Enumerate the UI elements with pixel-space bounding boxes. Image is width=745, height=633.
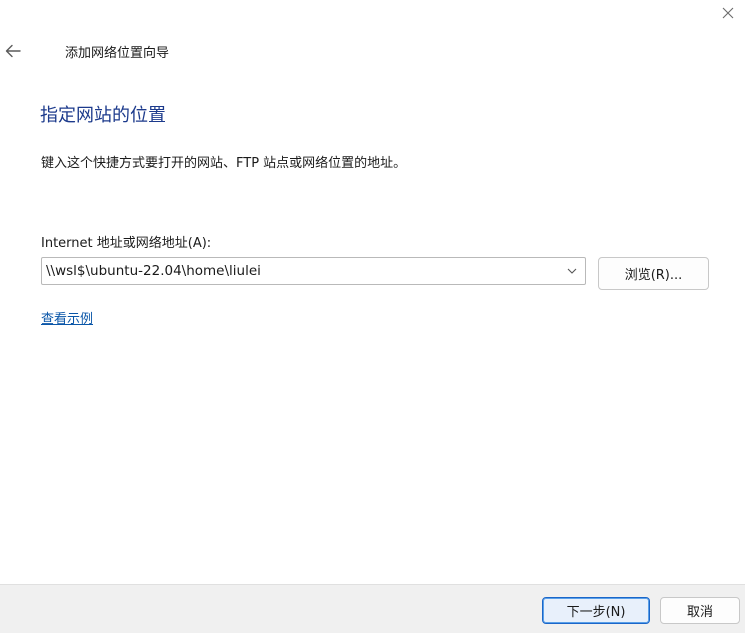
chevron-down-icon (567, 268, 577, 274)
dialog-footer: 下一步(N) 取消 (0, 584, 745, 633)
close-button[interactable] (715, 0, 741, 26)
window-title: 添加网络位置向导 (65, 46, 170, 61)
next-button[interactable]: 下一步(N) (542, 597, 650, 624)
close-icon (722, 7, 734, 19)
back-button[interactable] (0, 36, 26, 66)
view-examples-link[interactable]: 查看示例 (41, 308, 93, 327)
back-arrow-icon (5, 44, 21, 58)
add-network-location-wizard: 添加网络位置向导 指定网站的位置 键入这个快捷方式要打开的网站、FTP 站点或网… (0, 0, 745, 633)
instruction-text: 键入这个快捷方式要打开的网站、FTP 站点或网络位置的地址。 (41, 156, 407, 171)
address-label: Internet 地址或网络地址(A): (41, 236, 212, 251)
address-input[interactable] (42, 258, 559, 284)
address-combobox[interactable] (41, 257, 586, 285)
address-dropdown-button[interactable] (559, 258, 585, 284)
page-heading: 指定网站的位置 (40, 105, 166, 126)
cancel-button[interactable]: 取消 (660, 597, 740, 624)
browse-button[interactable]: 浏览(R)... (598, 257, 709, 290)
